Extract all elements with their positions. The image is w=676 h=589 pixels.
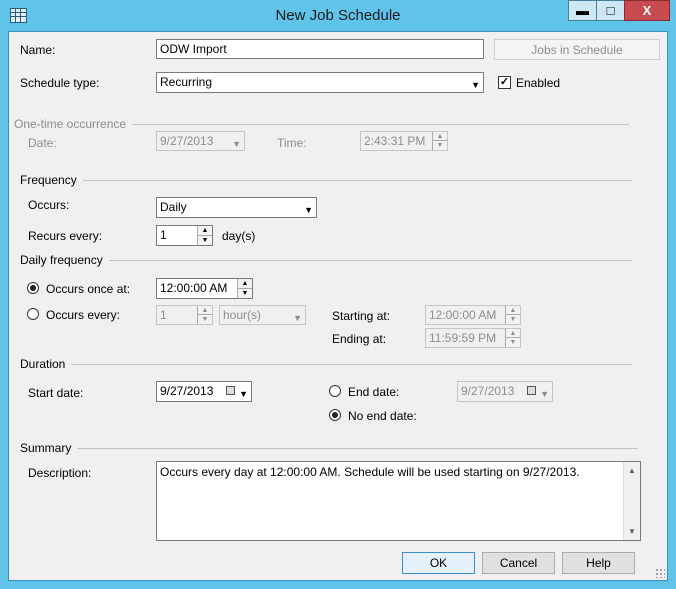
one-time-occurrence-group: One-time occurrence	[14, 117, 629, 131]
ending-at-spinner[interactable]: 11:59:59 PM ▲ ▼	[425, 328, 521, 348]
starting-at-value: 12:00:00 AM	[429, 308, 497, 322]
occurs-every-unit-value: hour(s)	[223, 308, 262, 322]
calendar-icon	[226, 386, 235, 395]
chevron-down-icon: ▼	[232, 139, 241, 149]
calendar-icon	[527, 386, 536, 395]
dialog-body: Name: ODW Import Jobs in Schedule Schedu…	[8, 31, 668, 581]
daily-frequency-heading: Daily frequency	[20, 253, 109, 267]
spin-up-icon[interactable]: ▲	[433, 132, 447, 141]
occurs-value: Daily	[160, 200, 187, 214]
description-label: Description:	[28, 466, 92, 480]
starting-at-spinner[interactable]: 12:00:00 AM ▲ ▼	[425, 305, 521, 325]
one-time-time-label: Time:	[277, 136, 307, 150]
occurs-once-time-value: 12:00:00 AM	[160, 281, 228, 295]
one-time-time-spinner[interactable]: 2:43:31 PM ▲ ▼	[360, 131, 448, 151]
spin-up-icon[interactable]: ▲	[506, 306, 520, 315]
resize-grip-icon[interactable]	[655, 568, 665, 578]
no-end-date-label: No end date:	[348, 409, 417, 423]
spin-down-icon[interactable]: ▼	[433, 141, 447, 150]
end-date-label: End date:	[348, 385, 400, 399]
spin-up-icon[interactable]: ▲	[238, 279, 252, 289]
description-scrollbar[interactable]: ▲ ▼	[623, 462, 640, 540]
chevron-down-icon: ▼	[293, 313, 302, 323]
schedule-type-label: Schedule type:	[20, 76, 100, 90]
duration-group: Duration	[20, 357, 635, 371]
schedule-type-value: Recurring	[160, 75, 213, 89]
divider	[20, 364, 632, 365]
recurs-every-label: Recurs every:	[28, 229, 103, 243]
spin-down-icon[interactable]: ▼	[198, 315, 212, 324]
start-date-label: Start date:	[28, 386, 84, 400]
divider	[20, 448, 638, 449]
spin-down-icon[interactable]: ▼	[506, 315, 520, 324]
title-bar[interactable]: New Job Schedule ▬ □ X	[0, 0, 676, 32]
name-input[interactable]: ODW Import	[156, 39, 484, 59]
ending-at-value: 11:59:59 PM	[429, 331, 497, 345]
dialog-window: New Job Schedule ▬ □ X Name: ODW Import …	[0, 0, 676, 589]
jobs-in-schedule-button[interactable]: Jobs in Schedule	[494, 39, 660, 60]
name-label: Name:	[20, 43, 56, 57]
occurs-every-value: 1	[160, 308, 167, 322]
occurs-every-unit-dropdown[interactable]: hour(s) ▼	[219, 305, 306, 325]
one-time-date-value: 9/27/2013	[160, 134, 214, 148]
summary-heading: Summary	[20, 441, 78, 455]
end-date-picker[interactable]: 9/27/2013 ▼	[457, 381, 553, 402]
maximize-button[interactable]: □	[596, 0, 625, 21]
help-button[interactable]: Help	[562, 552, 635, 574]
summary-group: Summary	[20, 441, 640, 455]
frequency-group: Frequency	[20, 173, 635, 187]
spin-up-icon[interactable]: ▲	[198, 306, 212, 315]
divider	[20, 180, 632, 181]
start-date-value: 9/27/2013	[160, 384, 214, 398]
scroll-up-icon[interactable]: ▲	[624, 462, 640, 479]
ok-button[interactable]: OK	[402, 552, 475, 574]
minimize-button[interactable]: ▬	[568, 0, 597, 21]
one-time-date-picker[interactable]: 9/27/2013 ▼	[156, 131, 245, 151]
duration-heading: Duration	[20, 357, 72, 371]
occurs-once-time-spinner[interactable]: 12:00:00 AM ▲ ▼	[156, 278, 253, 299]
end-date-radio[interactable]	[329, 385, 341, 397]
divider	[20, 260, 632, 261]
spin-down-icon[interactable]: ▼	[198, 236, 212, 246]
schedule-type-dropdown[interactable]: Recurring ▼	[156, 72, 484, 93]
frequency-heading: Frequency	[20, 173, 83, 187]
occurs-every-radio[interactable]	[27, 308, 39, 320]
close-button[interactable]: X	[624, 0, 670, 21]
chevron-down-icon: ▼	[304, 205, 313, 215]
chevron-down-icon: ▼	[540, 389, 549, 399]
spin-up-icon[interactable]: ▲	[198, 226, 212, 236]
spin-down-icon[interactable]: ▼	[238, 289, 252, 299]
spin-down-icon[interactable]: ▼	[506, 338, 520, 347]
chevron-down-icon: ▼	[239, 389, 248, 399]
enabled-label: Enabled	[516, 76, 561, 90]
occurs-every-label: Occurs every:	[46, 308, 121, 322]
spin-up-icon[interactable]: ▲	[506, 329, 520, 338]
recurs-every-value: 1	[160, 228, 167, 242]
one-time-time-value: 2:43:31 PM	[364, 134, 426, 148]
end-date-value: 9/27/2013	[461, 384, 515, 398]
occurs-label: Occurs:	[28, 198, 70, 212]
scroll-down-icon[interactable]: ▼	[624, 523, 640, 540]
start-date-picker[interactable]: 9/27/2013 ▼	[156, 381, 252, 402]
description-text: Occurs every day at 12:00:00 AM. Schedul…	[160, 465, 580, 479]
occurs-once-radio[interactable]	[27, 282, 39, 294]
chevron-down-icon: ▼	[471, 80, 480, 90]
enabled-checkbox[interactable]: ✓	[498, 76, 511, 89]
occurs-every-spinner[interactable]: 1 ▲ ▼	[156, 305, 213, 325]
ending-at-label: Ending at:	[332, 332, 387, 346]
no-end-date-radio[interactable]	[329, 409, 341, 421]
recurs-every-unit: day(s)	[222, 229, 256, 243]
description-textarea[interactable]: Occurs every day at 12:00:00 AM. Schedul…	[156, 461, 641, 541]
occurs-dropdown[interactable]: Daily ▼	[156, 197, 317, 218]
daily-frequency-group: Daily frequency	[20, 253, 635, 267]
occurs-once-label: Occurs once at:	[46, 282, 131, 296]
one-time-date-label: Date:	[28, 136, 57, 150]
starting-at-label: Starting at:	[332, 309, 391, 323]
recurs-every-spinner[interactable]: 1 ▲ ▼	[156, 225, 213, 246]
one-time-heading: One-time occurrence	[14, 117, 133, 131]
cancel-button[interactable]: Cancel	[482, 552, 555, 574]
